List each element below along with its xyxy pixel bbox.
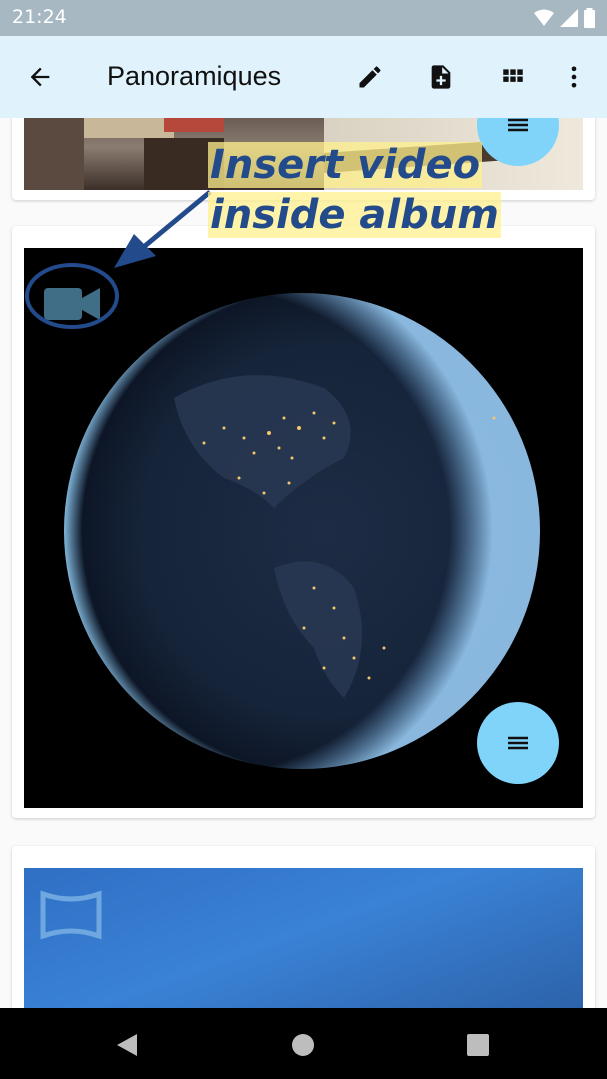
status-time: 21:24	[12, 6, 67, 28]
status-bar: 21:24	[0, 0, 607, 36]
back-button[interactable]	[20, 57, 60, 97]
signal-icon	[560, 9, 578, 27]
page-title: Panoramiques	[107, 61, 282, 91]
highlight-ellipse	[25, 263, 119, 329]
panorama-thumbnail[interactable]	[24, 868, 583, 1008]
grid-view-button[interactable]	[493, 57, 533, 97]
add-file-icon	[431, 65, 451, 89]
annotation-text: Insert video inside album	[208, 140, 501, 240]
back-arrow-icon	[30, 67, 50, 87]
app-bar: Panoramiques	[0, 36, 607, 118]
media-card[interactable]	[12, 226, 595, 818]
battery-icon	[584, 8, 595, 28]
home-circle-icon	[292, 1034, 314, 1056]
menu-icon	[508, 118, 528, 132]
nav-back-button[interactable]	[112, 1030, 142, 1060]
wifi-icon	[534, 9, 554, 26]
edit-button[interactable]	[350, 57, 390, 97]
add-file-button[interactable]	[421, 57, 461, 97]
media-card[interactable]	[12, 846, 595, 1008]
annotation-arrow	[114, 190, 212, 268]
more-vert-icon	[571, 66, 577, 88]
system-nav-bar	[0, 1008, 607, 1079]
grid-view-icon	[503, 69, 523, 82]
recents-square-icon	[467, 1034, 489, 1056]
annotation-line2: inside album	[208, 192, 501, 238]
status-icons	[534, 8, 595, 28]
more-options-button[interactable]	[554, 57, 594, 97]
annotation-line1: Insert video	[208, 142, 483, 188]
card-menu-fab[interactable]	[477, 702, 559, 784]
back-triangle-icon	[117, 1034, 137, 1056]
album-content	[0, 118, 607, 1008]
nav-home-button[interactable]	[288, 1030, 318, 1060]
panorama-icon	[40, 890, 102, 940]
nav-recents-button[interactable]	[463, 1030, 493, 1060]
menu-icon	[508, 736, 528, 750]
edit-pencil-icon	[359, 66, 381, 88]
